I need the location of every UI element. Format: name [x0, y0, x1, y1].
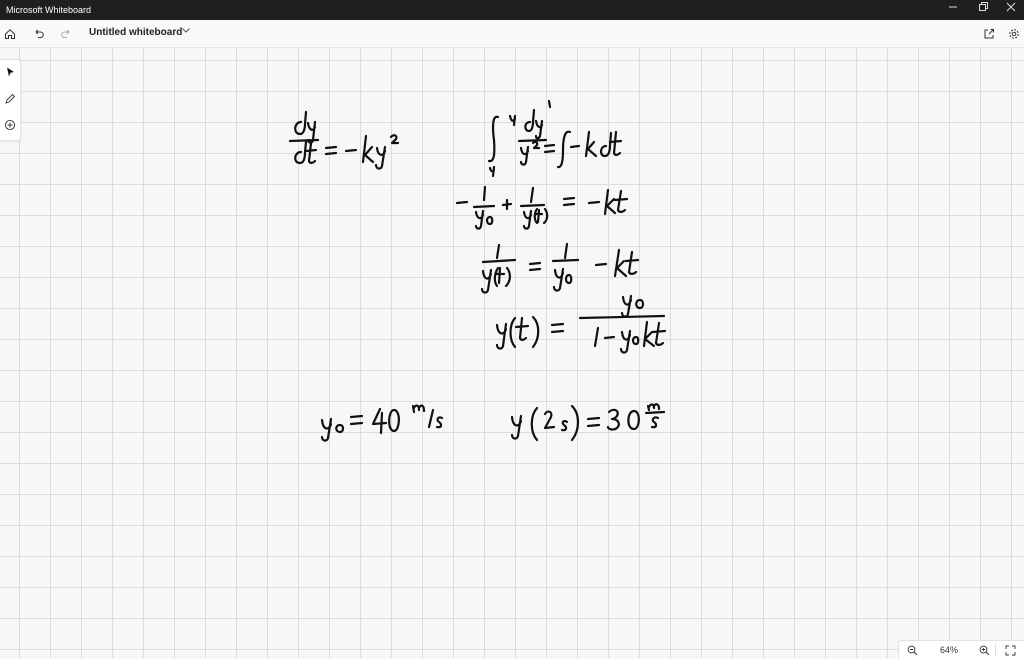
minimize-icon[interactable] [938, 0, 968, 20]
zoom-divider [995, 644, 996, 656]
settings-icon[interactable] [1004, 24, 1024, 44]
chevron-down-icon[interactable] [181, 25, 191, 38]
toolbar: Untitled whiteboard [0, 20, 1024, 48]
restore-icon[interactable] [968, 0, 998, 20]
board-title[interactable]: Untitled whiteboard [89, 26, 182, 40]
title-bar: Microsoft Whiteboard [0, 0, 1024, 20]
select-tool-icon[interactable] [1, 63, 19, 81]
ink-given-y2s [510, 403, 666, 442]
ink-step-3 [495, 294, 667, 354]
pen-tool-icon[interactable] [1, 90, 19, 108]
zoom-in-icon[interactable] [977, 643, 991, 657]
zoom-level[interactable]: 64% [939, 644, 959, 656]
app-title: Microsoft Whiteboard [6, 5, 92, 15]
ink-left-equation [288, 110, 400, 170]
home-icon[interactable] [0, 24, 20, 44]
undo-icon[interactable] [29, 24, 49, 44]
tool-sidebar [0, 59, 21, 141]
fit-to-screen-icon[interactable] [1003, 643, 1017, 657]
zoom-controls: 64% [898, 640, 1024, 659]
ink-integral-equation [487, 99, 623, 178]
close-icon[interactable] [996, 0, 1024, 20]
ink-step-2 [480, 242, 640, 294]
ink-given-y0 [320, 404, 444, 442]
redo-icon[interactable] [56, 24, 76, 44]
zoom-out-icon[interactable] [905, 643, 919, 657]
share-icon[interactable] [979, 24, 999, 44]
ink-step-1 [455, 185, 629, 230]
add-tool-icon[interactable] [1, 116, 19, 134]
whiteboard-canvas[interactable] [0, 48, 1024, 658]
